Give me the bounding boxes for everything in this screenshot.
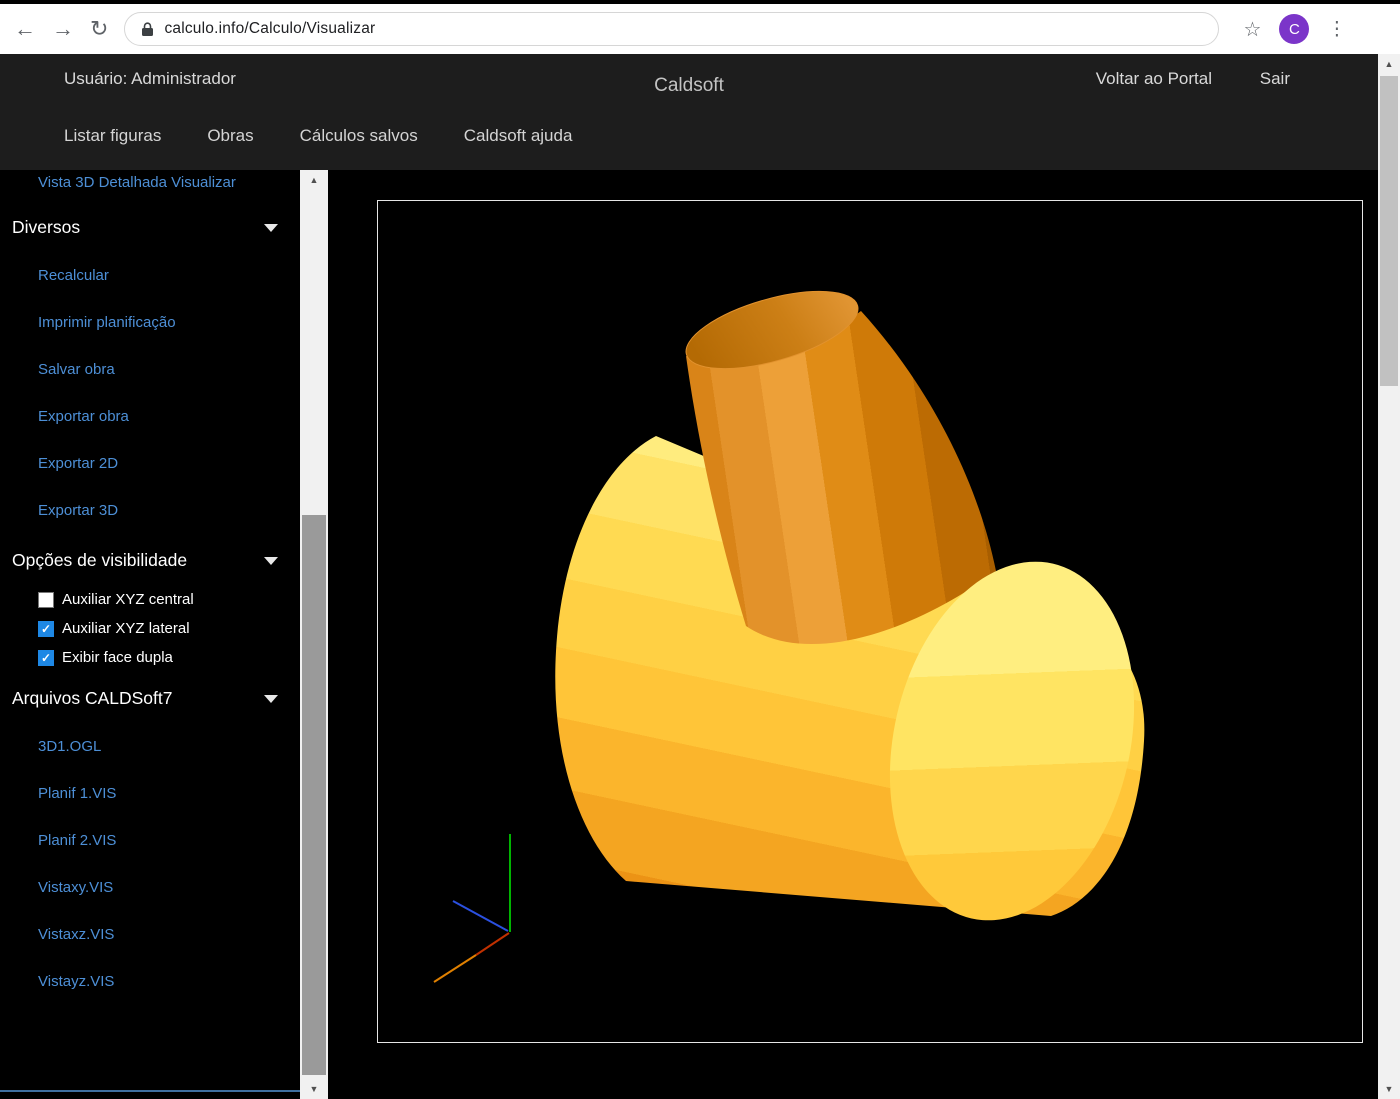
nav-item-listar-figuras[interactable]: Listar figuras bbox=[64, 126, 161, 146]
axis-z-blue bbox=[453, 901, 508, 931]
chevron-down-icon bbox=[264, 224, 278, 232]
checkbox-exibir-face-dupla[interactable] bbox=[38, 650, 54, 666]
visibility-option-row: Exibir face dupla bbox=[0, 643, 300, 672]
sidebar-scrollbar-thumb[interactable] bbox=[302, 515, 326, 1075]
scroll-down-icon[interactable]: ▼ bbox=[1378, 1079, 1400, 1099]
avatar[interactable]: C bbox=[1279, 14, 1309, 44]
back-icon[interactable]: ← bbox=[14, 18, 36, 40]
sidebar-footer-divider bbox=[0, 1090, 300, 1099]
page-scrollbar[interactable]: ▲ ▼ bbox=[1378, 54, 1400, 1099]
forward-icon[interactable]: → bbox=[52, 18, 74, 40]
3d-viewport[interactable] bbox=[377, 200, 1363, 1043]
browser-menu-icon[interactable]: ⋮ bbox=[1327, 18, 1346, 41]
visibility-option-row: Auxiliar XYZ central bbox=[0, 585, 300, 614]
sidebar-item-exportar-2d[interactable]: Exportar 2D bbox=[0, 440, 300, 487]
sidebar-section-diversos[interactable]: Diversos bbox=[0, 201, 300, 252]
axis-triad bbox=[434, 834, 510, 982]
checkbox-auxiliar-xyz-lateral[interactable] bbox=[38, 621, 54, 637]
lock-icon bbox=[141, 22, 154, 37]
sidebar-section-opcoes-visibilidade[interactable]: Opções de visibilidade bbox=[0, 534, 300, 585]
page-scrollbar-thumb[interactable] bbox=[1380, 76, 1398, 386]
sidebar-item-vistaxy-vis[interactable]: Vistaxy.VIS bbox=[0, 864, 300, 911]
scroll-up-icon[interactable]: ▲ bbox=[300, 170, 328, 190]
sidebar-item-vista-3d-detalhada[interactable]: Vista 3D Detalhada Visualizar bbox=[0, 170, 300, 201]
url-text: calculo.info/Calculo/Visualizar bbox=[164, 20, 375, 38]
sidebar-item-imprimir-planificacao[interactable]: Imprimir planificação bbox=[0, 299, 300, 346]
main-nav: Listar figuras Obras Cálculos salvos Cal… bbox=[0, 112, 1378, 146]
scroll-down-icon[interactable]: ▼ bbox=[300, 1079, 328, 1099]
sidebar-item-salvar-obra[interactable]: Salvar obra bbox=[0, 346, 300, 393]
sidebar-item-vistayz-vis[interactable]: Vistayz.VIS bbox=[0, 958, 300, 1005]
app-header: Usuário: Administrador Caldsoft Voltar a… bbox=[0, 54, 1378, 170]
chevron-down-icon bbox=[264, 557, 278, 565]
browser-toolbar: ← → ↻ calculo.info/Calculo/Visualizar ☆ … bbox=[0, 0, 1400, 54]
sidebar: Vista 3D Detalhada Visualizar Diversos R… bbox=[0, 170, 300, 1099]
refresh-icon[interactable]: ↻ bbox=[90, 18, 108, 40]
sidebar-item-planif2-vis[interactable]: Planif 2.VIS bbox=[0, 817, 300, 864]
visibility-option-row: Auxiliar XYZ lateral bbox=[0, 614, 300, 643]
axis-aux-orange bbox=[434, 955, 476, 982]
bookmark-star-icon[interactable]: ☆ bbox=[1243, 17, 1261, 42]
sidebar-section-arquivos-caldsoft7[interactable]: Arquivos CALDSoft7 bbox=[0, 672, 300, 723]
address-bar[interactable]: calculo.info/Calculo/Visualizar bbox=[124, 12, 1219, 46]
nav-item-obras[interactable]: Obras bbox=[207, 126, 253, 146]
nav-item-caldsoft-ajuda[interactable]: Caldsoft ajuda bbox=[464, 126, 573, 146]
axis-x-red bbox=[476, 933, 509, 955]
chevron-down-icon bbox=[264, 695, 278, 703]
main-area bbox=[328, 170, 1378, 1099]
pipe-tee-render bbox=[378, 201, 1364, 1044]
sidebar-item-3d1-ogl[interactable]: 3D1.OGL bbox=[0, 723, 300, 770]
sidebar-item-recalcular[interactable]: Recalcular bbox=[0, 252, 300, 299]
sidebar-item-exportar-obra[interactable]: Exportar obra bbox=[0, 393, 300, 440]
sidebar-item-planif1-vis[interactable]: Planif 1.VIS bbox=[0, 770, 300, 817]
sidebar-item-exportar-3d[interactable]: Exportar 3D bbox=[0, 487, 300, 534]
nav-item-calculos-salvos[interactable]: Cálculos salvos bbox=[300, 126, 418, 146]
portal-link[interactable]: Voltar ao Portal bbox=[1096, 69, 1212, 89]
sidebar-scrollbar[interactable]: ▲ ▼ bbox=[300, 170, 328, 1099]
sidebar-item-vistaxz-vis[interactable]: Vistaxz.VIS bbox=[0, 911, 300, 958]
scroll-up-icon[interactable]: ▲ bbox=[1378, 54, 1400, 74]
checkbox-auxiliar-xyz-central[interactable] bbox=[38, 592, 54, 608]
logout-link[interactable]: Sair bbox=[1260, 69, 1290, 89]
